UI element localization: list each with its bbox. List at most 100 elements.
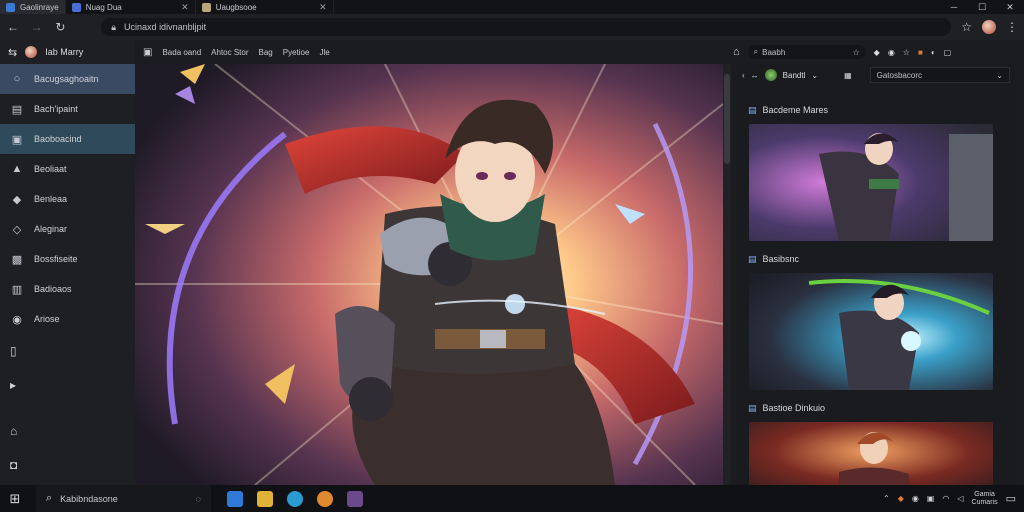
toolbar-item[interactable]: Pyetioe — [283, 48, 310, 57]
tab-favicon-icon — [6, 2, 15, 12]
expand-icon[interactable]: ⇆ — [8, 46, 17, 59]
close-tab-icon[interactable]: ✕ — [181, 2, 189, 13]
play-icon[interactable]: ▸ — [10, 378, 24, 392]
profile-avatar[interactable] — [25, 46, 38, 58]
sidebar-item-label: Ariose — [34, 314, 60, 324]
media-icon[interactable] — [317, 490, 333, 507]
reload-icon[interactable]: ↻ — [54, 20, 68, 34]
sidebar-item-3[interactable]: ▣ Baoboacind — [0, 124, 135, 154]
circle-icon: ○ — [13, 73, 21, 85]
mic-icon[interactable]: ◌ — [196, 494, 201, 504]
card-title: Bacdeme Mares — [762, 105, 829, 115]
notification-icon[interactable]: ▭ — [1006, 492, 1016, 505]
grid-icon[interactable]: ▦ — [844, 71, 852, 80]
browser-tab-3[interactable]: Uaugbsooe ✕ — [196, 0, 334, 14]
taskbar-search-text: Kabibndasone — [60, 493, 118, 504]
category-dropdown[interactable]: Gatosbacorc ⌄ — [869, 67, 1010, 83]
tray-up-icon[interactable]: ⌃ — [883, 494, 890, 503]
settings-icon[interactable]: ▢ — [944, 48, 952, 57]
star-icon[interactable]: ☆ — [852, 48, 859, 57]
close-window-icon[interactable]: ✕ — [996, 0, 1024, 14]
profile-name: Iab Marry — [45, 47, 84, 57]
right-search-text: Baabh — [762, 47, 786, 57]
photo-app-icon[interactable] — [347, 490, 363, 507]
back-chevron-icon[interactable]: ‹ — [742, 71, 745, 80]
star-icon[interactable]: ☆ — [961, 20, 972, 34]
chevron-down-icon[interactable]: ⌄ — [811, 71, 818, 80]
gallery-icon: ▤ — [748, 253, 757, 264]
user-avatar[interactable] — [764, 69, 777, 81]
toolbar-item[interactable]: Bag — [259, 48, 273, 57]
address-bar-row: ← → ↻ 🔒︎ Ucinaxd idivnanbljpit ☆ ⋮ — [0, 14, 1024, 40]
sidebar-header: ⇆ Iab Marry — [0, 40, 135, 64]
card-title-row: ▤ Basibsnc — [736, 251, 1016, 267]
sidebar-item-1[interactable]: ○ Bacugsaghoaitn — [0, 64, 135, 94]
avatar[interactable] — [982, 20, 997, 34]
tab-label: Gaolinraye — [20, 2, 59, 12]
home-icon[interactable]: ⌂ — [10, 424, 24, 438]
gallery-card-1[interactable] — [749, 124, 993, 241]
shield-icon[interactable]: ◆ — [874, 48, 880, 57]
profile-icon[interactable]: ■ — [918, 48, 923, 57]
sidebar-item-7[interactable]: ▩ Bossfiseite — [0, 244, 135, 274]
sidebar-item-label: Benleaa — [34, 194, 68, 204]
image-icon: ▣ — [11, 133, 23, 146]
card-title-row: ▤ Bacdeme Mares — [736, 102, 1016, 118]
extension-icon[interactable]: ◉ — [888, 48, 895, 57]
wifi-icon[interactable]: ◠ — [942, 494, 949, 503]
toolbar-item[interactable]: Ahtoc Stor — [211, 48, 248, 57]
sidebar-item-label: Aleginar — [34, 224, 68, 234]
tab-label: Nuag Dua — [85, 2, 122, 12]
back-arrow-icon[interactable]: ← — [6, 20, 20, 34]
search-icon: ⌕ — [46, 492, 53, 504]
menu-icon[interactable]: ⋮ — [1006, 20, 1018, 34]
tray-app-icon[interactable]: ◉ — [912, 494, 919, 503]
maximize-icon[interactable]: ☐ — [968, 0, 996, 14]
gallery-card-2[interactable] — [749, 273, 993, 390]
sidebar-item-2[interactable]: ▤ Bach'ipaint — [0, 94, 135, 124]
browser-tab-2[interactable]: Nuag Dua ✕ — [66, 0, 196, 14]
tray-app-icon[interactable]: ▣ — [927, 494, 935, 503]
puzzle-icon[interactable]: ☆ — [903, 48, 910, 57]
gallery-icon: ▤ — [748, 104, 757, 115]
scrollbar-thumb[interactable] — [724, 74, 730, 164]
close-tab-icon[interactable]: ✕ — [319, 2, 327, 13]
minimize-icon[interactable]: ─ — [940, 0, 968, 14]
taskbar-app-icon[interactable] — [227, 490, 243, 507]
swap-icon[interactable]: ↔ — [751, 71, 759, 80]
tab-favicon-icon — [201, 2, 211, 12]
tray-app-icon[interactable]: ◆ — [898, 494, 904, 503]
main-artwork — [135, 64, 723, 485]
volume-icon[interactable]: ◁ — [957, 494, 963, 503]
sidebar-item-label: Baoboacind — [34, 134, 82, 144]
browser-icon[interactable] — [287, 490, 303, 507]
taskbar-clock[interactable]: Gamia Cumaris — [972, 491, 998, 507]
sidebar-item-9[interactable]: ◉ Ariose — [0, 304, 135, 334]
system-tray: ⌃ ◆ ◉ ▣ ◠ ◁ Gamia Cumaris ▭ — [883, 491, 1024, 507]
toolbar-item[interactable]: Bada oand — [162, 48, 201, 57]
user-name[interactable]: Bandtl — [783, 71, 806, 80]
toolbar-item[interactable]: Jle — [319, 48, 329, 57]
file-explorer-icon[interactable] — [257, 490, 273, 507]
sidebar-item-6[interactable]: ◇ Aleginar — [0, 214, 135, 244]
taskbar-search[interactable]: ⌕ Kabibndasone ◌ — [36, 485, 211, 512]
windows-start-icon[interactable]: ⊞ — [0, 491, 30, 507]
sidebar-item-4[interactable]: ▲ Beoliaat — [0, 154, 135, 184]
vertical-scrollbar[interactable] — [723, 64, 731, 485]
home-icon[interactable]: ⌂ — [733, 46, 740, 58]
frame-icon[interactable]: ▣ — [143, 47, 152, 58]
browser-tab-1[interactable]: Gaolinraye — [0, 0, 66, 14]
taskbar-apps — [227, 490, 363, 507]
sidebar-item-5[interactable]: ◆ Benleaa — [0, 184, 135, 214]
share-icon[interactable]: ◐ — [931, 48, 936, 57]
sidebar-item-label: Bach'ipaint — [34, 104, 78, 114]
right-search-field[interactable]: ⌕ Baabh ☆ — [747, 45, 866, 59]
url-field[interactable]: 🔒︎ Ucinaxd idivnanbljpit — [101, 18, 952, 36]
trash-icon[interactable]: ◘ — [10, 458, 24, 472]
sidebar-item-label: Beoliaat — [34, 164, 67, 174]
forward-arrow-icon[interactable]: → — [30, 20, 44, 34]
tab-strip: Gaolinraye Nuag Dua ✕ Uaugbsooe ✕ ─ ☐ ✕ — [0, 0, 1024, 14]
sidebar-item-8[interactable]: ▥ Badioaos — [0, 274, 135, 304]
sidebar-item-label: Badioaos — [34, 284, 72, 294]
panel-icon[interactable]: ▯ — [10, 344, 24, 358]
